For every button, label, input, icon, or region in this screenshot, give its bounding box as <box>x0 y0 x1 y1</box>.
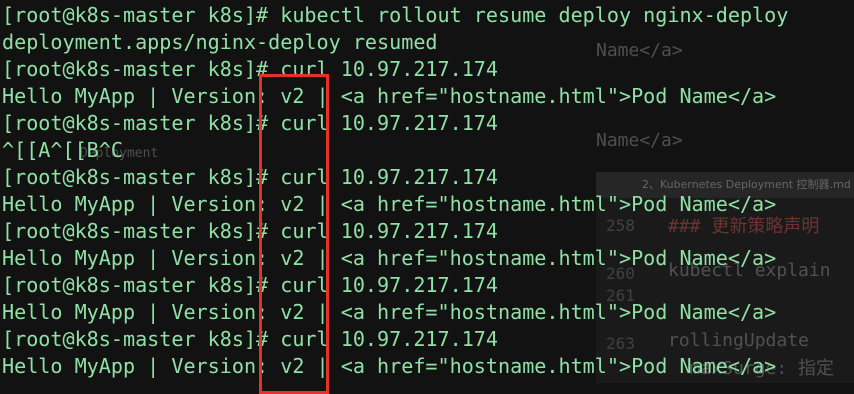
terminal-line: [root@k8s-master k8s]# curl 10.97.217.17… <box>2 111 498 135</box>
terminal-line: Hello MyApp | Version: v2 | <a href="hos… <box>2 84 777 108</box>
terminal-line: Hello MyApp | Version: v2 | <a href="hos… <box>2 192 777 216</box>
terminal-line: Hello MyApp | Version: v2 | <a href="hos… <box>2 300 777 324</box>
terminal-line: [root@k8s-master k8s]# curl 10.97.217.17… <box>2 57 498 81</box>
terminal-line: Hello MyApp | Version: v2 | <a href="hos… <box>2 246 777 270</box>
terminal-line: deployment.apps/nginx-deploy resumed <box>2 30 438 54</box>
terminal-output[interactable]: [root@k8s-master k8s]# kubectl rollout r… <box>0 0 854 383</box>
terminal-line: [root@k8s-master k8s]# curl 10.97.217.17… <box>2 327 498 351</box>
version-highlight-box <box>259 74 329 394</box>
terminal-line: Hello MyApp | Version: v2 | <a href="hos… <box>2 354 777 378</box>
terminal-line: [root@k8s-master k8s]# kubectl rollout r… <box>2 3 789 27</box>
terminal-line: [root@k8s-master k8s]# curl 10.97.217.17… <box>2 219 498 243</box>
terminal-line: ^[[A^[[B^C <box>2 138 123 162</box>
terminal-line: [root@k8s-master k8s]# curl 10.97.217.17… <box>2 165 498 189</box>
terminal-line: [root@k8s-master k8s]# curl 10.97.217.17… <box>2 273 498 297</box>
